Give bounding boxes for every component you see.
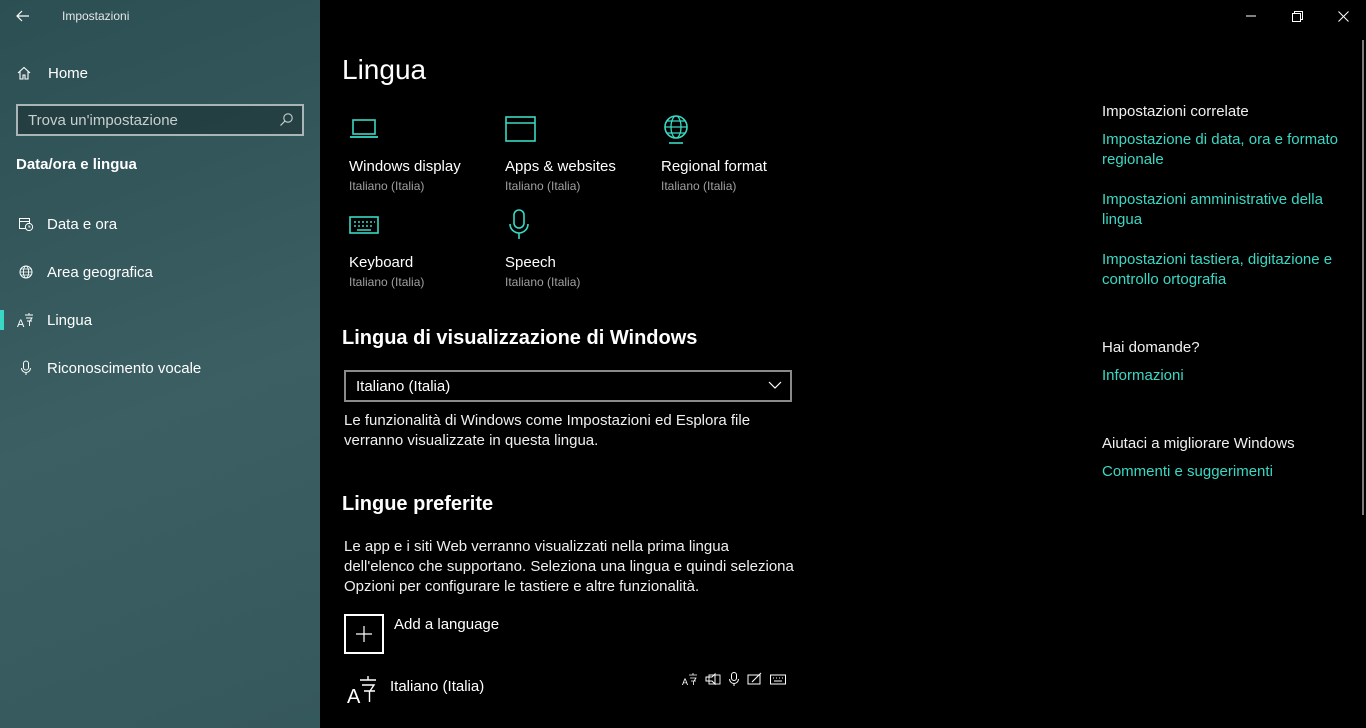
tile-sub: Italiano (Italia) [505,179,581,193]
sidebar-item-label: Area geografica [47,263,153,281]
sidebar-item-area-geografica[interactable]: Area geografica [0,252,320,292]
title-bar: Impostazioni [0,0,320,32]
nav-home[interactable]: Home [0,56,320,90]
window-controls [1228,0,1366,32]
display-language-heading: Lingua di visualizzazione di Windows [342,327,698,349]
back-arrow-icon [16,10,29,22]
clock-calendar-icon [16,216,36,232]
tile-sub: Italiano (Italia) [661,179,737,193]
keyboard-feature-icon [770,674,786,685]
tile-keyboard[interactable]: Keyboard Italiano (Italia) [349,208,499,289]
add-language-label: Add a language [394,616,500,633]
restore-icon [1291,10,1303,22]
tile-sub: Italiano (Italia) [349,275,425,289]
home-icon [16,65,36,81]
sidebar-item-data-e-ora[interactable]: Data e ora [0,204,320,244]
dropdown-value: Italiano (Italia) [356,377,451,395]
nav-home-label: Home [48,64,89,82]
tile-label: Speech [505,254,556,271]
tile-label: Regional format [661,158,767,175]
language-item-italiano[interactable]: A Italiano (Italia) A [344,672,790,712]
tile-label: Apps & websites [505,158,616,175]
language-icon: A [346,672,378,711]
svg-text:A: A [682,677,688,686]
tile-apps-websites[interactable]: Apps & websites Italiano (Italia) [505,112,655,193]
add-language-button[interactable]: Add a language [344,614,499,654]
handwriting-feature-icon [747,672,762,685]
sidebar-item-lingua[interactable]: A Lingua [0,300,320,340]
language-name: Italiano (Italia) [390,678,485,695]
browser-window-icon [505,112,655,146]
page-title: Lingua [342,54,427,85]
minimize-icon [1246,15,1256,17]
sidebar-item-label: Riconoscimento vocale [47,359,202,377]
globe-icon [661,112,811,146]
link-date-time-regional[interactable]: Impostazione di data, ora e formato regi… [1102,130,1342,170]
link-informazioni[interactable]: Informazioni [1102,366,1342,386]
display-language-description: Le funzionalità di Windows come Impostaz… [344,412,751,449]
close-button[interactable] [1320,0,1366,32]
display-language-feature-icon: A [682,673,697,686]
sidebar-item-riconoscimento-vocale[interactable]: Riconoscimento vocale [0,348,320,388]
globe-icon [16,264,36,280]
tile-label: Windows display [349,158,461,175]
related-settings-heading: Impostazioni correlate [1102,103,1249,120]
speech-recognition-feature-icon [729,672,739,686]
display-language-dropdown[interactable]: Italiano (Italia) [344,370,792,402]
sidebar-item-label: Data e ora [47,215,118,233]
preferred-languages-heading: Lingue preferite [342,493,494,515]
text-to-speech-feature-icon [705,672,721,686]
tile-speech[interactable]: Speech Italiano (Italia) [505,208,655,289]
section-title: Data/ora e lingua [16,156,137,173]
keyboard-icon [349,208,499,242]
sidebar: Impostazioni Home Trova un'impostazione … [0,0,320,728]
svg-text:A: A [347,686,361,706]
search-input[interactable]: Trova un'impostazione [16,104,304,136]
link-admin-language[interactable]: Impostazioni amministrative della lingua [1102,190,1342,230]
tile-label: Keyboard [349,254,414,271]
improve-heading: Aiutaci a migliorare Windows [1102,435,1295,452]
microphone-icon [16,360,36,376]
tile-sub: Italiano (Italia) [349,179,425,193]
minimize-button[interactable] [1228,0,1274,32]
microphone-icon [505,208,655,242]
tile-sub: Italiano (Italia) [505,275,581,289]
tile-windows-display[interactable]: Windows display Italiano (Italia) [349,112,499,193]
app-title: Impostazioni [62,9,130,23]
restore-button[interactable] [1274,0,1320,32]
plus-icon [344,614,384,654]
link-keyboard-typing[interactable]: Impostazioni tastiera, digitazione e con… [1102,250,1342,290]
back-button[interactable] [0,0,46,32]
search-icon[interactable] [278,112,294,128]
preferred-languages-description: Le app e i siti Web verranno visualizzat… [344,538,794,595]
search-placeholder: Trova un'impostazione [28,111,178,129]
chevron-down-icon [768,381,782,389]
questions-heading: Hai domande? [1102,339,1200,356]
settings-window: Impostazioni Home Trova un'impostazione … [0,0,1366,728]
close-icon [1337,10,1349,22]
sidebar-item-label: Lingua [47,311,93,329]
scrollbar[interactable] [1362,40,1364,515]
tile-regional-format[interactable]: Regional format Italiano (Italia) [661,112,811,193]
laptop-icon [349,112,499,146]
language-features: A [682,672,786,686]
link-feedback[interactable]: Commenti e suggerimenti [1102,462,1342,482]
svg-text:A: A [17,318,25,328]
language-icon: A [16,312,36,328]
